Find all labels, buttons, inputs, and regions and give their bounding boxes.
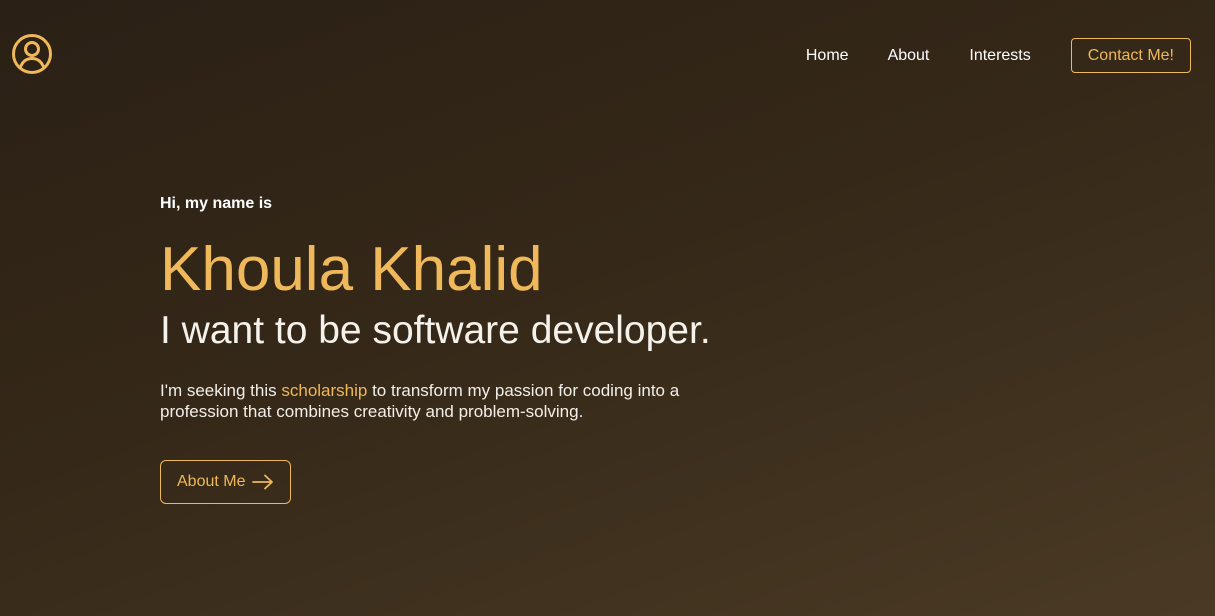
contact-me-button[interactable]: Contact Me! — [1070, 38, 1191, 73]
greeting-text: Hi, my name is — [160, 195, 273, 212]
hero-description: I'm seeking this scholarship to transfor… — [160, 380, 740, 422]
about-me-label: About Me — [177, 473, 246, 490]
nav-about-link[interactable]: About — [888, 47, 930, 65]
nav-home-link[interactable]: Home — [806, 47, 849, 65]
about-me-button[interactable]: About Me — [160, 460, 291, 504]
user-circle-icon — [12, 34, 52, 74]
main-nav: Home About Interests Contact Me! — [806, 38, 1191, 73]
description-text-start: I'm seeking this — [160, 381, 282, 400]
hero-tagline: I want to be software developer. — [160, 309, 711, 352]
scholarship-highlight: scholarship — [281, 381, 368, 400]
hero-name: Khoula Khalid — [160, 235, 543, 304]
nav-interests-link[interactable]: Interests — [969, 47, 1030, 65]
arrow-right-icon — [252, 474, 274, 490]
hero-section: Hi, my name is Khoula Khalid I want to b… — [160, 194, 800, 504]
logo-user-circle-icon[interactable] — [11, 33, 53, 75]
